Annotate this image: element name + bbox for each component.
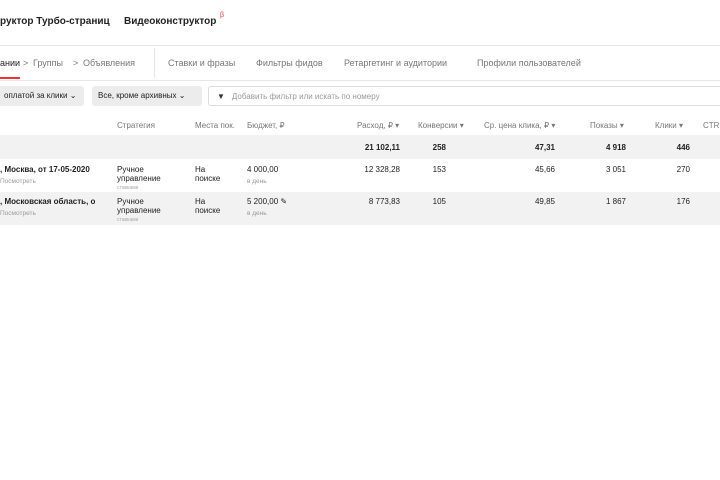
tab-feed-filters[interactable]: Фильтры фидов (256, 58, 323, 68)
col-clicks[interactable]: Клики ▾ (655, 121, 683, 130)
budget[interactable]: 4 000,00 (247, 165, 278, 174)
filter-search-input[interactable]: ▼ Добавить фильтр или искать по номеру (208, 86, 720, 106)
payment-filter-button[interactable]: оплатой за клики ⌄ (0, 86, 84, 106)
archive-filter-button[interactable]: Все, кроме архивных ⌄ (92, 86, 202, 106)
tab-campaigns[interactable]: ании (0, 58, 20, 68)
divider (0, 80, 720, 81)
strategy: Ручное управление ставками (117, 197, 161, 222)
places: На поиске (195, 197, 221, 215)
tab-ads[interactable]: Объявления (83, 58, 135, 68)
filter-icon: ▼ (217, 92, 225, 101)
divider (0, 45, 720, 46)
table-row[interactable]: , Московская область, о Посмотреть Ручно… (0, 192, 720, 225)
cpc: 49,85 (534, 197, 555, 206)
divider (154, 48, 155, 78)
clicks: 176 (676, 197, 690, 206)
total-spend: 21 102,11 (364, 143, 400, 152)
nav-video-constructor[interactable]: Видеоконструктор (124, 16, 216, 27)
shows: 3 051 (605, 165, 626, 174)
total-clicks: 446 (676, 143, 690, 152)
col-cpc[interactable]: Ср. цена клика, ₽ ▾ (484, 121, 555, 130)
view-link[interactable]: Посмотреть (0, 177, 36, 186)
tab-user-profiles[interactable]: Профили пользователей (477, 58, 581, 68)
col-shows[interactable]: Показы ▾ (590, 121, 624, 130)
tab-retargeting[interactable]: Ретаргетинг и аудитории (344, 58, 447, 68)
tab-bids[interactable]: Ставки и фразы (168, 58, 235, 68)
totals-row: 21 102,11 258 47,31 4 918 446 (0, 135, 720, 159)
cpc: 45,66 (534, 165, 555, 174)
beta-badge: β (220, 12, 225, 19)
strategy-line3: ставками (117, 217, 139, 222)
total-cpc: 47,31 (534, 143, 555, 152)
payment-filter-label: оплатой за клики (4, 91, 68, 100)
nav-turbo-pages[interactable]: руктор Турбо-страниц (0, 16, 110, 27)
breadcrumb-sep: > (73, 58, 79, 68)
total-shows: 4 918 (605, 143, 626, 152)
chevron-down-icon: ⌄ (178, 91, 186, 100)
shows: 1 867 (605, 197, 626, 206)
tab-groups[interactable]: Группы (33, 58, 63, 68)
chevron-down-icon: ⌄ (69, 91, 77, 100)
table-row[interactable]: , Москва, от 17-05-2020 Посмотреть Ручно… (0, 160, 720, 192)
breadcrumb-sep: > (23, 58, 29, 68)
budget[interactable]: 5 200,00 ✎ (247, 197, 287, 206)
budget-period: в день (247, 210, 267, 217)
strategy-line3: ставками (117, 185, 139, 190)
budget-period: в день (247, 178, 267, 185)
col-places[interactable]: Места пок. (195, 121, 235, 130)
active-tab-underline (0, 77, 20, 79)
view-link[interactable]: Посмотреть (0, 209, 36, 218)
col-spend[interactable]: Расход, ₽ ▾ (357, 121, 399, 130)
spend: 12 328,28 (364, 165, 400, 174)
campaign-name[interactable]: , Московская область, о (0, 197, 95, 206)
strategy: Ручное управление ставками (117, 165, 161, 190)
pencil-icon[interactable]: ✎ (280, 197, 287, 206)
col-ctr[interactable]: CTR (703, 121, 719, 130)
conversions: 105 (432, 197, 446, 206)
clicks: 270 (676, 165, 690, 174)
search-placeholder: Добавить фильтр или искать по номеру (231, 92, 380, 101)
archive-filter-label: Все, кроме архивных (98, 91, 177, 100)
col-conversions[interactable]: Конверсии ▾ (418, 121, 464, 130)
places: На поиске (195, 165, 221, 183)
total-conversions: 258 (432, 143, 446, 152)
conversions: 153 (432, 165, 446, 174)
col-budget[interactable]: Бюджет, ₽ (247, 121, 285, 130)
spend: 8 773,83 (368, 197, 400, 206)
campaign-name[interactable]: , Москва, от 17-05-2020 (0, 165, 90, 174)
col-strategy[interactable]: Стратегия (117, 121, 155, 130)
